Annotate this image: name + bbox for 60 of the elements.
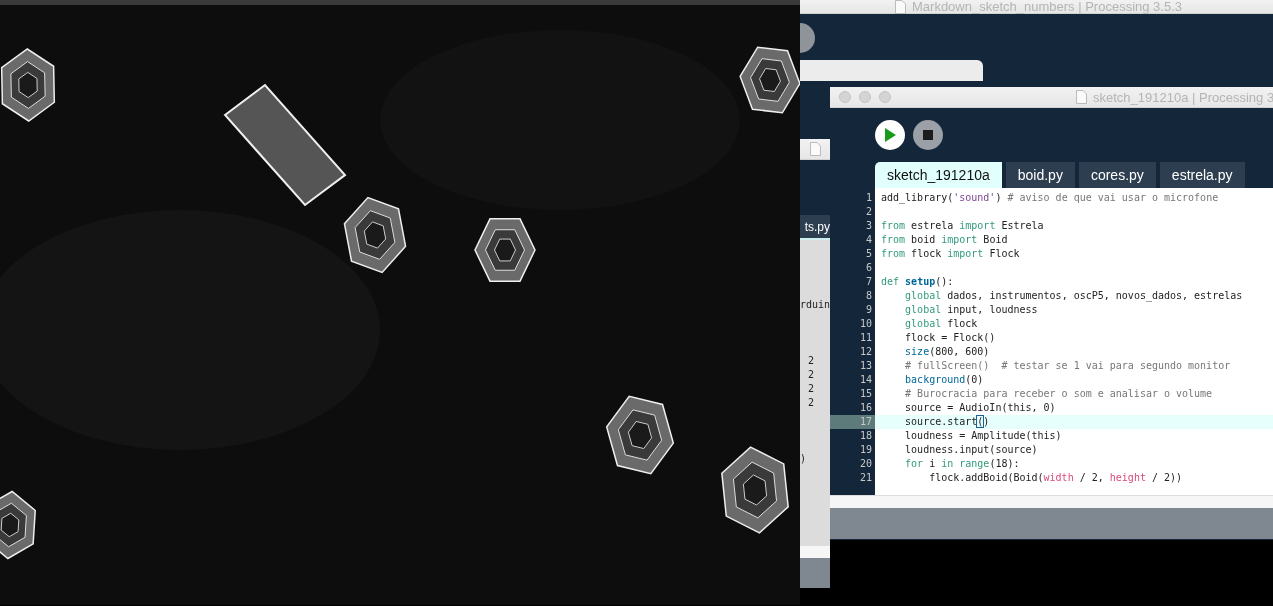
line-number: 9 — [864, 303, 873, 317]
code-line: # Burocracia para receber o som e analisar o volume — [904, 387, 1214, 401]
code-line: from boid import Boid — [880, 233, 1009, 247]
document-icon — [895, 0, 906, 14]
line-number: 18 — [858, 429, 873, 443]
window-title: sketch_191210a | Processing 3 — [1093, 89, 1273, 105]
code-line: 2 — [808, 354, 815, 368]
code-line: size(800, 600) — [904, 345, 991, 359]
code-line: loudness.input(source) — [904, 443, 1039, 457]
code-line: for i in range(18): — [904, 457, 1021, 471]
code-line: flock = Flock() — [904, 331, 997, 345]
line-number: 12 — [858, 345, 873, 359]
editor-tab[interactable]: estrela.py — [1159, 162, 1245, 188]
line-number: 8 — [864, 289, 873, 303]
code-line: source = AudioIn(this, 0) — [904, 401, 1057, 415]
line-number: 11 — [858, 331, 873, 345]
line-number: 16 — [858, 401, 873, 415]
line-number: 20 — [858, 457, 873, 471]
code-line: def setup(): — [880, 275, 955, 289]
line-number: 2 — [864, 205, 873, 219]
stop-icon — [923, 130, 933, 140]
line-number: 19 — [858, 443, 873, 457]
code-line: # fullScreen() # testar se 1 vai para segundo monitor — [904, 359, 1232, 373]
line-number: 10 — [858, 317, 873, 331]
code-line: from flock import Flock — [880, 247, 1021, 261]
code-line: 2 — [808, 368, 815, 382]
line-number: 13 — [858, 359, 873, 373]
editor-tab[interactable]: sketch_191210a — [875, 162, 1002, 188]
window-title: Markdown_sketch_numbers | Processing 3.5.3 — [912, 0, 1182, 14]
code-line: global flock — [904, 317, 979, 331]
code-line: ) — [800, 452, 807, 466]
line-number: 21 — [858, 471, 873, 485]
document-icon — [810, 142, 821, 156]
line-number: 7 — [864, 275, 873, 289]
code-line: from estrela import Estrela — [880, 219, 1045, 233]
run-button[interactable] — [875, 120, 905, 150]
line-number: 6 — [864, 261, 873, 275]
code-line: add_library('sound') # aviso de que vai usar o microfone — [880, 191, 1220, 205]
code-line: global dados, instrumentos, oscP5, novos_dados, estrelas — [904, 289, 1244, 303]
code-line: 2 — [808, 396, 815, 410]
editor-tab[interactable]: boid.py — [1005, 162, 1075, 188]
code-line: flock.addBoid(Boid(width / 2, height / 2)) — [928, 471, 1184, 485]
editor-tab[interactable]: cores.py — [1078, 162, 1156, 188]
code-line: loudness = Amplitude(this) — [904, 429, 1063, 443]
code-line: global input, loudness — [904, 303, 1039, 317]
line-number: 17 — [830, 415, 875, 429]
line-number: 4 — [864, 233, 873, 247]
status-bar — [800, 558, 830, 588]
code-line: rduin — [800, 298, 830, 312]
line-number: 5 — [864, 247, 873, 261]
line-number: 1 — [864, 191, 873, 205]
document-icon — [1076, 90, 1087, 104]
line-number: 14 — [858, 373, 873, 387]
stop-button[interactable] — [913, 120, 943, 150]
play-icon — [884, 128, 896, 142]
line-number: 15 — [858, 387, 873, 401]
code-line: background(0) — [904, 373, 985, 387]
line-number: 3 — [864, 219, 873, 233]
code-line: 2 — [808, 382, 815, 396]
editor-tab[interactable]: ts.py — [800, 215, 830, 240]
